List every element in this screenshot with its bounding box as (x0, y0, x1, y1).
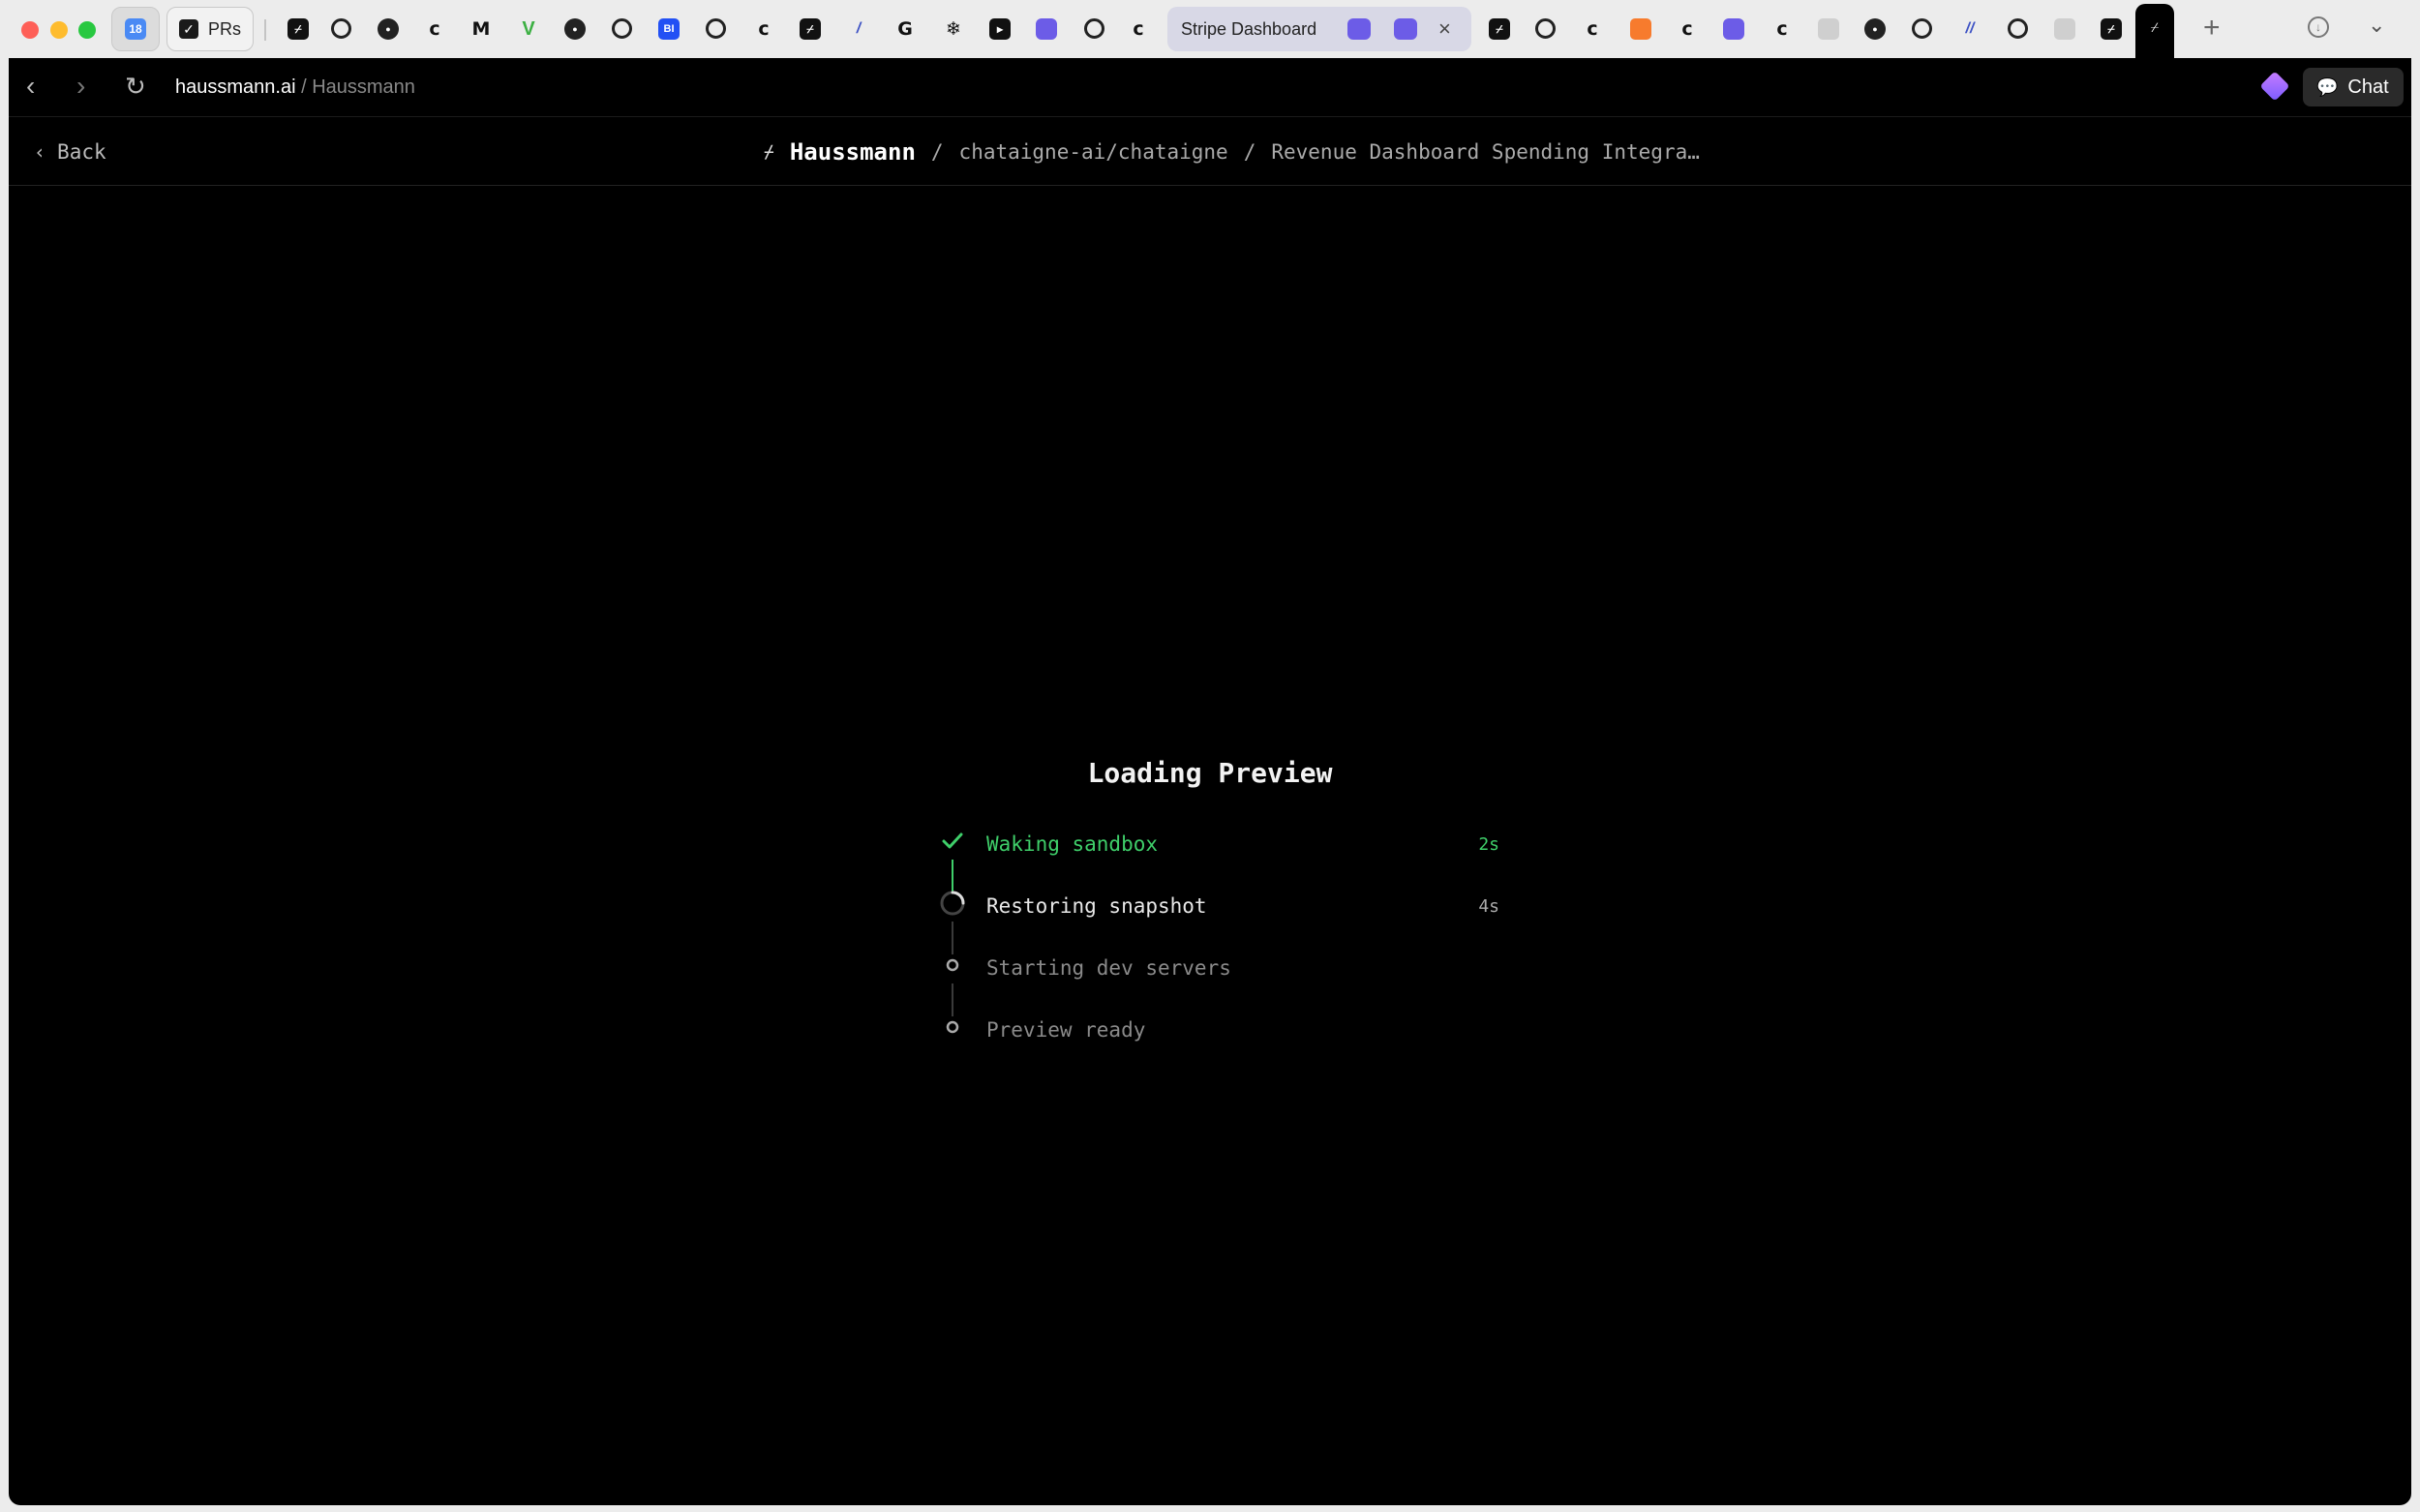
extension-icon[interactable] (2259, 71, 2290, 102)
checkmark-icon (942, 832, 963, 849)
chat-button[interactable]: 💬 Chat (2303, 68, 2404, 106)
step-label: Restoring snapshot (986, 894, 1207, 918)
loading-step: Preview ready (938, 1011, 1499, 1073)
step-duration: 2s (1478, 834, 1499, 855)
url-domain: haussmann.ai (175, 76, 296, 98)
c-letter-icon[interactable]: c (1582, 18, 1603, 40)
vue-icon[interactable]: V (518, 18, 539, 40)
haussmann-logo-icon: ⌿ (764, 141, 774, 163)
pinned-tab-label: PRs (208, 18, 242, 39)
close-tab-icon[interactable]: × (1438, 16, 1451, 42)
calendar-icon: 18 (125, 18, 146, 40)
back-link[interactable]: ‹ Back (34, 140, 106, 164)
fullscreen-window-button[interactable] (78, 21, 96, 39)
loading-steps-list: Waking sandbox 2s Restoring snapshot 4s St… (938, 825, 1499, 1073)
github-icon[interactable] (1912, 18, 1932, 39)
github-x-icon[interactable] (706, 18, 726, 39)
url-page-title: / Haussmann (301, 76, 415, 98)
chevron-left-icon: ‹ (34, 140, 46, 164)
gmail-icon[interactable]: M (470, 18, 492, 40)
spinner-icon (940, 891, 965, 916)
linear-icon[interactable] (1723, 18, 1744, 40)
step-duration: 4s (1478, 896, 1499, 917)
loading-step: Starting dev servers (938, 949, 1499, 1016)
breadcrumb-brand[interactable]: Haussmann (790, 138, 916, 166)
chevron-down-icon[interactable]: ⌄ (2368, 13, 2385, 38)
tab-stripe-dashboard[interactable]: Stripe Dashboard × (1167, 7, 1471, 51)
c-letter-icon[interactable]: c (424, 18, 445, 40)
loading-step: Waking sandbox 2s (938, 825, 1499, 892)
chat-app-icon[interactable] (1347, 18, 1371, 40)
bi-logo-icon[interactable]: BI (658, 18, 680, 40)
step-label: Waking sandbox (986, 832, 1159, 856)
c-letter-icon[interactable]: c (1677, 18, 1698, 40)
loading-step: Restoring snapshot 4s (938, 887, 1499, 954)
loading-preview-panel: Loading Preview Waking sandbox 2s Restori… (9, 186, 2411, 1505)
new-tab-button[interactable]: + (2203, 12, 2221, 45)
stripes-logo-icon[interactable]: / (848, 18, 869, 40)
gray-tab-icon[interactable] (2054, 18, 2075, 40)
cursor-icon[interactable]: ▸ (989, 18, 1011, 40)
breadcrumb-task[interactable]: Revenue Dashboard Spending Integra… (1271, 140, 1700, 164)
circle-logo-icon[interactable]: ● (378, 18, 399, 40)
forward-arrow-icon[interactable]: › (76, 72, 85, 101)
github-icon[interactable] (2008, 18, 2028, 39)
pending-dot-icon (946, 958, 959, 972)
snowflake-icon[interactable]: ❄ (943, 18, 964, 40)
openai-icon[interactable] (1084, 18, 1104, 39)
haussmann-icon[interactable]: ⌿ (800, 18, 821, 40)
close-window-button[interactable] (21, 21, 39, 39)
chat-bubble-icon: 💬 (2316, 76, 2339, 97)
triangle-logo-icon[interactable] (612, 18, 632, 39)
haussmann-icon: ⌿ (2150, 19, 2160, 35)
address-bar: ‹ › ↻ haussmann.ai / Haussmann 💬 Chat (9, 58, 2411, 116)
gray-tab-icon[interactable] (1818, 18, 1839, 40)
haussmann-icon[interactable]: ⌿ (2101, 18, 2122, 40)
step-label: Starting dev servers (986, 956, 1231, 980)
back-arrow-icon[interactable]: ‹ (26, 72, 35, 101)
google-icon[interactable]: G (894, 18, 916, 40)
browser-tab-strip: 18 ✓ PRs Stripe Dashboard × ⌿ + ↓ ⌄ ⌿ ● c M… (0, 0, 2420, 58)
download-icon[interactable]: ↓ (2308, 16, 2329, 38)
step-label: Preview ready (986, 1018, 1146, 1042)
page-header: ‹ Back ⌿ Haussmann / chataigne-ai/chatai… (9, 116, 2411, 186)
active-tab-haussmann[interactable]: ⌿ (2135, 4, 2174, 58)
c-letter-icon[interactable]: c (1128, 18, 1149, 40)
back-link-label: Back (57, 140, 106, 164)
circle-logo-icon[interactable]: ● (1864, 18, 1886, 40)
github-icon[interactable] (1535, 18, 1556, 39)
breadcrumb: ⌿ Haussmann / chataigne-ai/chataigne / R… (764, 138, 1700, 166)
circle-logo-icon[interactable]: ● (564, 18, 586, 40)
minimize-window-button[interactable] (50, 21, 68, 39)
breadcrumb-repo[interactable]: chataigne-ai/chataigne (959, 140, 1228, 164)
checkbox-icon: ✓ (179, 19, 198, 39)
slash-logo-icon[interactable]: // (1959, 18, 1981, 40)
c-letter-icon[interactable]: c (1771, 18, 1793, 40)
reload-icon[interactable]: ↻ (125, 72, 146, 101)
github-icon[interactable] (331, 18, 351, 39)
url-field[interactable]: haussmann.ai / Haussmann (175, 76, 415, 99)
linear-icon[interactable] (1036, 18, 1057, 40)
chat-app-icon[interactable] (1394, 18, 1417, 40)
pending-dot-icon (946, 1020, 959, 1034)
tab-label: Stripe Dashboard (1181, 19, 1317, 39)
chat-button-label: Chat (2347, 76, 2389, 98)
tab-divider (264, 19, 266, 41)
pinned-tab-calendar[interactable]: 18 (111, 7, 160, 51)
orange-app-icon[interactable] (1630, 18, 1651, 40)
pinned-tab-prs[interactable]: ✓ PRs (166, 7, 254, 51)
c-letter-icon[interactable]: c (753, 18, 774, 40)
haussmann-icon[interactable]: ⌿ (1489, 18, 1510, 40)
browser-window: ‹ › ↻ haussmann.ai / Haussmann 💬 Chat ‹ … (9, 58, 2411, 1505)
haussmann-icon[interactable]: ⌿ (287, 18, 309, 40)
loading-title: Loading Preview (1087, 757, 1333, 789)
breadcrumb-separator: / (1243, 140, 1256, 164)
breadcrumb-separator: / (930, 140, 944, 164)
